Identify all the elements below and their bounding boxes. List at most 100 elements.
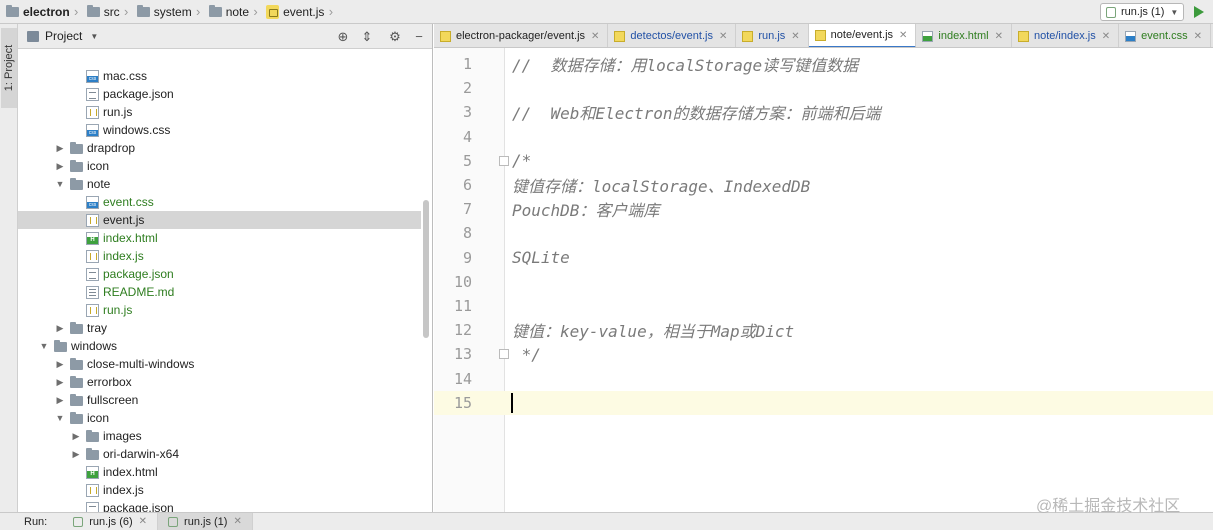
fold-marker-icon[interactable] (499, 349, 509, 360)
markdown-file-icon (86, 285, 99, 299)
folder-icon (70, 178, 83, 190)
editor-tab[interactable]: note/index.js ✕ (1012, 24, 1120, 47)
breadcrumb-item-event-js[interactable]: event.js (260, 0, 326, 24)
editor-tab[interactable]: index.html ✕ (916, 24, 1012, 47)
tree-item-label: close-multi-windows (87, 357, 195, 371)
tree-item[interactable]: ▶ tray (18, 319, 421, 337)
tree-item[interactable]: index.js (18, 247, 421, 265)
tree-item[interactable]: package.json (18, 265, 421, 283)
code-line: 13 */ (434, 342, 1213, 366)
close-icon[interactable]: ✕ (591, 31, 599, 42)
tree-item-label: windows.css (103, 123, 171, 137)
chevron-right-icon: › (253, 4, 258, 19)
chevron-down-icon[interactable]: ▼ (90, 32, 98, 41)
tree-item[interactable]: event.css (18, 193, 421, 211)
tree-item[interactable]: ▶ drapdrop (18, 139, 421, 157)
tree-item[interactable]: ▶ ori-darwin-x64 (18, 445, 421, 463)
folder-icon (6, 4, 19, 17)
code-line: 3 // Web和Electron的数据存储方案：前端和后端 (434, 100, 1213, 124)
line-number: 2 (462, 79, 472, 98)
collapse-all-icon[interactable]: ⇕ (360, 29, 374, 43)
editor-tab[interactable]: detectos/event.js ✕ (608, 24, 737, 47)
project-tree-scrollbar[interactable] (423, 200, 429, 338)
code-text: /* (512, 151, 532, 171)
editor-tab[interactable]: run.js ✕ (736, 24, 809, 47)
tree-item[interactable]: mac.css (18, 67, 421, 85)
line-number: 5 (462, 151, 472, 170)
breadcrumb-item-note[interactable]: note (203, 0, 251, 24)
breadcrumb-item-electron[interactable]: electron (0, 0, 72, 24)
editor-tab[interactable]: note/event.js ✕ (808, 24, 917, 47)
code-line: 5 /* (434, 149, 1213, 173)
editor-tab-label: index.html (938, 30, 989, 42)
tree-item[interactable]: run.js (18, 103, 421, 121)
run-configuration-select[interactable]: run.js (1) ▼ (1100, 3, 1184, 21)
project-tool-window-tab[interactable]: 1: Project (1, 28, 17, 108)
chevron-right-icon[interactable]: ▶ (70, 449, 82, 460)
close-icon[interactable]: ✕ (1102, 31, 1110, 42)
editor-tab[interactable]: event.css ✕ (1119, 24, 1211, 47)
tool-window-strip: 1: Project (0, 24, 18, 512)
tree-item[interactable]: ▼ icon (18, 409, 421, 427)
tree-item[interactable]: package.json (18, 85, 421, 103)
run-tab-run-js-6[interactable]: run.js (6) ✕ (63, 512, 159, 530)
tree-item[interactable]: ▶ icon (18, 157, 421, 175)
folder-icon (86, 4, 100, 17)
folder-icon (54, 340, 67, 352)
scroll-from-source-icon[interactable]: ⊕ (336, 29, 350, 43)
line-number: 13 (453, 345, 472, 364)
close-icon[interactable]: ✕ (233, 516, 241, 527)
close-icon[interactable]: ✕ (995, 31, 1003, 42)
tree-item[interactable]: ▶ fullscreen (18, 391, 421, 409)
close-icon[interactable]: ✕ (791, 31, 799, 42)
chevron-down-icon[interactable]: ▼ (38, 341, 50, 351)
tree-item-label: windows (71, 339, 118, 353)
tree-item-label: package.json (103, 501, 174, 512)
js-file-icon (440, 30, 451, 42)
tree-item[interactable]: index.html (18, 463, 421, 481)
js-file-icon (614, 30, 626, 42)
chevron-right-icon[interactable]: ▶ (54, 323, 66, 334)
chevron-right-icon[interactable]: ▶ (54, 377, 66, 388)
chevron-right-icon[interactable]: ▶ (54, 395, 66, 406)
hide-panel-icon[interactable]: − (412, 29, 426, 43)
editor-tab[interactable]: electron-packager/event.js ✕ (434, 24, 609, 47)
chevron-right-icon[interactable]: ▶ (54, 359, 66, 370)
chevron-down-icon[interactable]: ▼ (54, 179, 66, 189)
breadcrumb-item-system[interactable]: system (131, 0, 194, 24)
tree-item[interactable]: index.js (18, 481, 421, 499)
tree-item[interactable]: README.md (18, 283, 421, 301)
tree-item[interactable]: index.html (18, 229, 421, 247)
project-panel: Project ▼ ⊕ ⇕ ⚙ − mac.css package.json run… (18, 24, 433, 512)
tree-item[interactable]: ▶ images (18, 427, 421, 445)
close-icon[interactable]: ✕ (719, 31, 727, 42)
code-text: 键值：key-value，相当于Map或Dict (512, 322, 795, 342)
run-button[interactable] (1188, 2, 1210, 22)
code-line: 15 (434, 390, 1213, 415)
js-file-icon (86, 303, 99, 317)
tree-item[interactable]: event.js (18, 211, 421, 229)
chevron-right-icon[interactable]: ▶ (54, 161, 66, 172)
css-file-icon (86, 69, 99, 83)
gear-icon[interactable]: ⚙ (388, 29, 402, 43)
tree-item[interactable]: ▶ close-multi-windows (18, 355, 421, 373)
chevron-right-icon[interactable]: ▶ (70, 431, 82, 442)
fold-marker-icon[interactable] (499, 155, 509, 166)
chevron-right-icon[interactable]: ▶ (54, 143, 66, 154)
chevron-down-icon[interactable]: ▼ (54, 413, 66, 423)
tree-item[interactable]: ▼ windows (18, 337, 421, 355)
text-caret (511, 392, 513, 413)
close-icon[interactable]: ✕ (139, 516, 147, 527)
line-number: 8 (462, 224, 472, 243)
tree-item[interactable]: ▶ errorbox (18, 373, 421, 391)
code-editor[interactable]: 1 // 数据存储：用localStorage读写键值数据 2 3 // Web和Ele… (434, 48, 1213, 512)
tree-item[interactable]: package.json (18, 499, 421, 512)
close-icon[interactable]: ✕ (1194, 31, 1202, 42)
tree-item[interactable]: run.js (18, 301, 421, 319)
run-tab-run-js-1[interactable]: run.js (1) ✕ (158, 512, 253, 530)
tree-item[interactable]: ▼ note (18, 175, 421, 193)
tree-item[interactable]: windows.css (18, 121, 421, 139)
breadcrumb-item-src[interactable]: src (81, 0, 122, 24)
close-icon[interactable]: ✕ (899, 30, 907, 41)
project-view-selector[interactable]: Project (45, 29, 82, 43)
